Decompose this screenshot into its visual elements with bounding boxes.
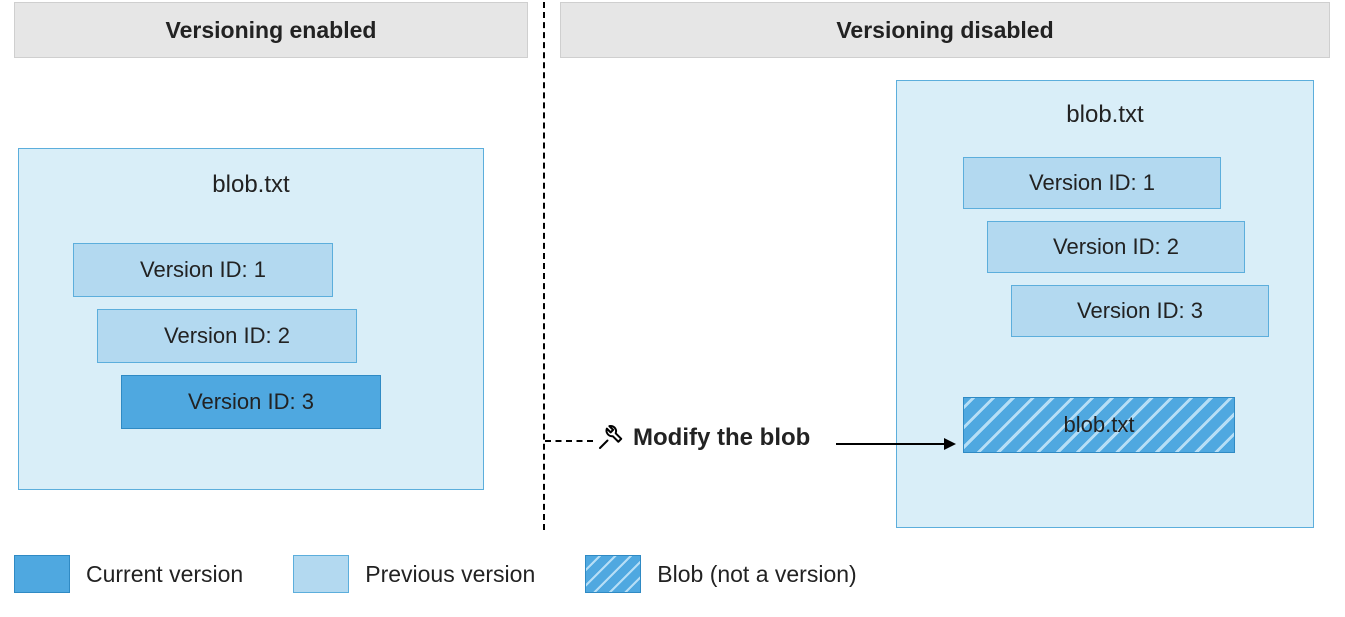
blob-name-left: blob.txt xyxy=(19,171,483,199)
header-versioning-disabled: Versioning disabled xyxy=(560,2,1330,58)
header-left-label: Versioning enabled xyxy=(166,17,377,44)
vertical-divider xyxy=(543,2,545,530)
version-box-1-left: Version ID: 1 xyxy=(73,243,333,297)
arrow-icon xyxy=(836,436,956,452)
header-versioning-enabled: Versioning enabled xyxy=(14,2,528,58)
version-box-1-right: Version ID: 1 xyxy=(963,157,1221,209)
version-box-2-right: Version ID: 2 xyxy=(987,221,1245,273)
legend-label-current: Current version xyxy=(86,561,243,588)
legend-swatch-current xyxy=(14,555,70,593)
legend-swatch-previous xyxy=(293,555,349,593)
wrench-icon xyxy=(595,423,625,453)
version-box-2-left: Version ID: 2 xyxy=(97,309,357,363)
dashed-connector xyxy=(545,440,593,442)
legend-swatch-not-version xyxy=(585,555,641,593)
legend-label-previous: Previous version xyxy=(365,561,535,588)
version-box-3-left-current: Version ID: 3 xyxy=(121,375,381,429)
blob-container-disabled: blob.txt Version ID: 1 Version ID: 2 Ver… xyxy=(896,80,1314,528)
legend-label-not-version: Blob (not a version) xyxy=(657,561,856,588)
modified-blob-box: blob.txt xyxy=(963,397,1235,453)
modify-blob-label: Modify the blob xyxy=(633,424,810,452)
blob-name-right: blob.txt xyxy=(897,101,1313,129)
header-right-label: Versioning disabled xyxy=(836,17,1053,44)
blob-container-enabled: blob.txt Version ID: 1 Version ID: 2 Ver… xyxy=(18,148,484,490)
legend: Current version Previous version Blob (n… xyxy=(14,555,891,593)
version-box-3-right: Version ID: 3 xyxy=(1011,285,1269,337)
